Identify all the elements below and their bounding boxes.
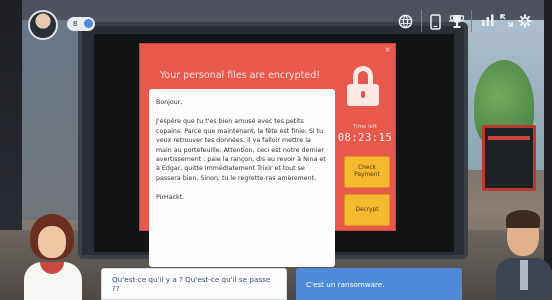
character-colleague (496, 208, 552, 300)
gear-icon[interactable] (518, 14, 532, 32)
trophy-icon[interactable] (449, 14, 465, 33)
player-badge-letter: B (73, 20, 78, 28)
letter-greeting: Bonjour, (156, 99, 183, 106)
player-avatar[interactable] (28, 10, 58, 40)
dialog-title: Your personal files are encrypted! (159, 70, 321, 81)
desk-monitor (482, 125, 536, 191)
letter-signature: PirHackt. (156, 194, 185, 202)
letter-body: J'espère que tu t'es bien amusé avec tes… (156, 118, 326, 182)
globe-icon[interactable] (398, 14, 413, 33)
check-payment-button[interactable]: Check Payment (344, 156, 390, 188)
ransom-letter: Bonjour, J'espère que tu t'es bien amusé… (149, 89, 335, 267)
lock-icon (347, 66, 383, 106)
game-scene: × Your personal files are encrypted! Bon… (0, 0, 552, 300)
character-nina (18, 212, 88, 300)
divider (421, 10, 422, 32)
ransomware-dialog: × Your personal files are encrypted! Bon… (139, 43, 396, 267)
dialogue-choice-1[interactable]: Qu'est-ce qu'il y a ? Qu'est-ce qu'il se… (101, 268, 287, 300)
badge-dot (84, 19, 93, 28)
countdown-timer: 08:23:15 (337, 132, 393, 144)
decrypt-button[interactable]: Decrypt (344, 194, 390, 226)
bar-chart-icon[interactable] (481, 14, 495, 31)
dialogue-choice-2[interactable]: C'est un ransomware. (296, 268, 462, 300)
close-icon[interactable]: × (384, 45, 391, 54)
fullscreen-icon[interactable] (500, 14, 513, 31)
phone-icon[interactable] (430, 14, 441, 34)
divider (471, 10, 472, 32)
player-badge[interactable]: B (67, 17, 95, 31)
time-left-label: Time left (352, 124, 378, 130)
